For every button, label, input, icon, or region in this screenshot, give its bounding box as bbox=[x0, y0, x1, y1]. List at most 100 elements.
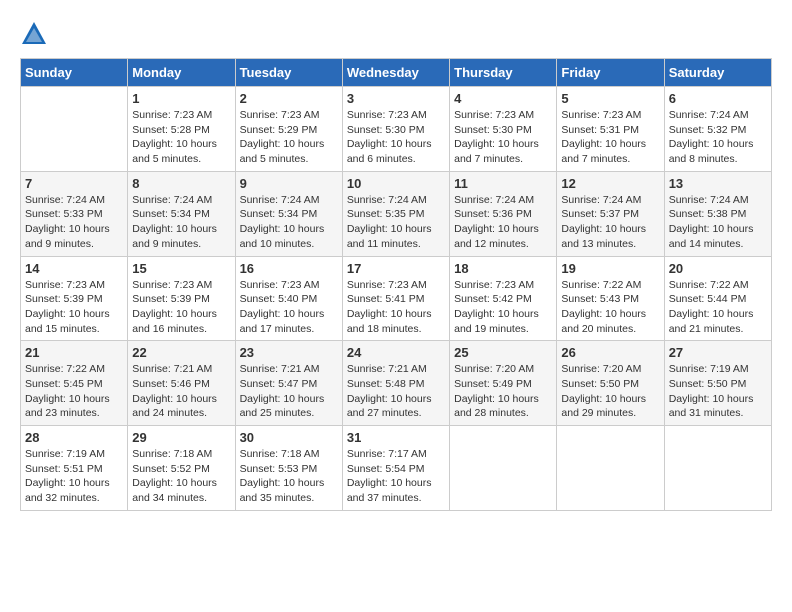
calendar-cell: 17 Sunrise: 7:23 AM Sunset: 5:41 PM Dayli… bbox=[342, 256, 449, 341]
day-info: Sunrise: 7:23 AM Sunset: 5:31 PM Dayligh… bbox=[561, 108, 659, 167]
weekday-header-thursday: Thursday bbox=[450, 59, 557, 87]
calendar-cell: 22 Sunrise: 7:21 AM Sunset: 5:46 PM Dayli… bbox=[128, 341, 235, 426]
day-number: 11 bbox=[454, 176, 552, 191]
calendar-cell: 29Sunrise: 7:18 AM Sunset: 5:52 PM Dayli… bbox=[128, 426, 235, 511]
logo-icon bbox=[20, 20, 48, 48]
calendar-cell: 16 Sunrise: 7:23 AM Sunset: 5:40 PM Dayli… bbox=[235, 256, 342, 341]
calendar-cell: 31 Sunrise: 7:17 AM Sunset: 5:54 PM Dayli… bbox=[342, 426, 449, 511]
day-number: 31 bbox=[347, 430, 445, 445]
calendar-cell: 7 Sunrise: 7:24 AM Sunset: 5:33 PM Daylig… bbox=[21, 171, 128, 256]
calendar-cell: 5 Sunrise: 7:23 AM Sunset: 5:31 PM Daylig… bbox=[557, 87, 664, 172]
day-info: Sunrise: 7:23 AM Sunset: 5:41 PM Dayligh… bbox=[347, 278, 445, 337]
weekday-header-row: SundayMondayTuesdayWednesdayThursdayFrid… bbox=[21, 59, 772, 87]
day-number: 3 bbox=[347, 91, 445, 106]
calendar-cell bbox=[21, 87, 128, 172]
day-number: 9 bbox=[240, 176, 338, 191]
calendar-cell: 21 Sunrise: 7:22 AM Sunset: 5:45 PM Dayli… bbox=[21, 341, 128, 426]
calendar-cell: 30 Sunrise: 7:18 AM Sunset: 5:53 PM Dayli… bbox=[235, 426, 342, 511]
day-info: Sunrise: 7:18 AM Sunset: 5:53 PM Dayligh… bbox=[240, 447, 338, 506]
day-number: 30 bbox=[240, 430, 338, 445]
calendar-week-row: 7 Sunrise: 7:24 AM Sunset: 5:33 PM Daylig… bbox=[21, 171, 772, 256]
day-number: 1 bbox=[132, 91, 230, 106]
weekday-header-saturday: Saturday bbox=[664, 59, 771, 87]
weekday-header-sunday: Sunday bbox=[21, 59, 128, 87]
weekday-header-wednesday: Wednesday bbox=[342, 59, 449, 87]
day-info: Sunrise: 7:21 AM Sunset: 5:47 PM Dayligh… bbox=[240, 362, 338, 421]
calendar-cell: 27 Sunrise: 7:19 AM Sunset: 5:50 PM Dayli… bbox=[664, 341, 771, 426]
day-info: Sunrise: 7:19 AM Sunset: 5:51 PM Dayligh… bbox=[25, 447, 123, 506]
calendar-cell: 13Sunrise: 7:24 AM Sunset: 5:38 PM Dayli… bbox=[664, 171, 771, 256]
day-info: Sunrise: 7:21 AM Sunset: 5:48 PM Dayligh… bbox=[347, 362, 445, 421]
day-info: Sunrise: 7:23 AM Sunset: 5:40 PM Dayligh… bbox=[240, 278, 338, 337]
day-number: 26 bbox=[561, 345, 659, 360]
day-number: 28 bbox=[25, 430, 123, 445]
page-header bbox=[20, 20, 772, 48]
calendar-cell: 20 Sunrise: 7:22 AM Sunset: 5:44 PM Dayli… bbox=[664, 256, 771, 341]
day-number: 5 bbox=[561, 91, 659, 106]
calendar-cell bbox=[557, 426, 664, 511]
weekday-header-tuesday: Tuesday bbox=[235, 59, 342, 87]
day-info: Sunrise: 7:24 AM Sunset: 5:37 PM Dayligh… bbox=[561, 193, 659, 252]
calendar-cell: 14Sunrise: 7:23 AM Sunset: 5:39 PM Dayli… bbox=[21, 256, 128, 341]
calendar-cell bbox=[450, 426, 557, 511]
day-info: Sunrise: 7:23 AM Sunset: 5:30 PM Dayligh… bbox=[454, 108, 552, 167]
day-info: Sunrise: 7:22 AM Sunset: 5:43 PM Dayligh… bbox=[561, 278, 659, 337]
calendar-cell: 12 Sunrise: 7:24 AM Sunset: 5:37 PM Dayli… bbox=[557, 171, 664, 256]
calendar-cell: 6Sunrise: 7:24 AM Sunset: 5:32 PM Daylig… bbox=[664, 87, 771, 172]
calendar-week-row: 21 Sunrise: 7:22 AM Sunset: 5:45 PM Dayli… bbox=[21, 341, 772, 426]
day-number: 25 bbox=[454, 345, 552, 360]
calendar-week-row: 1 Sunrise: 7:23 AM Sunset: 5:28 PM Daylig… bbox=[21, 87, 772, 172]
day-number: 27 bbox=[669, 345, 767, 360]
calendar-cell bbox=[664, 426, 771, 511]
calendar-cell: 23 Sunrise: 7:21 AM Sunset: 5:47 PM Dayli… bbox=[235, 341, 342, 426]
day-number: 19 bbox=[561, 261, 659, 276]
day-info: Sunrise: 7:22 AM Sunset: 5:44 PM Dayligh… bbox=[669, 278, 767, 337]
day-number: 20 bbox=[669, 261, 767, 276]
calendar-cell: 15 Sunrise: 7:23 AM Sunset: 5:39 PM Dayli… bbox=[128, 256, 235, 341]
day-number: 24 bbox=[347, 345, 445, 360]
day-info: Sunrise: 7:17 AM Sunset: 5:54 PM Dayligh… bbox=[347, 447, 445, 506]
day-number: 17 bbox=[347, 261, 445, 276]
day-number: 8 bbox=[132, 176, 230, 191]
day-info: Sunrise: 7:23 AM Sunset: 5:30 PM Dayligh… bbox=[347, 108, 445, 167]
weekday-header-monday: Monday bbox=[128, 59, 235, 87]
calendar-cell: 18Sunrise: 7:23 AM Sunset: 5:42 PM Dayli… bbox=[450, 256, 557, 341]
day-number: 6 bbox=[669, 91, 767, 106]
calendar-cell: 10 Sunrise: 7:24 AM Sunset: 5:35 PM Dayli… bbox=[342, 171, 449, 256]
day-info: Sunrise: 7:24 AM Sunset: 5:34 PM Dayligh… bbox=[132, 193, 230, 252]
day-info: Sunrise: 7:22 AM Sunset: 5:45 PM Dayligh… bbox=[25, 362, 123, 421]
day-info: Sunrise: 7:19 AM Sunset: 5:50 PM Dayligh… bbox=[669, 362, 767, 421]
day-number: 4 bbox=[454, 91, 552, 106]
day-info: Sunrise: 7:24 AM Sunset: 5:35 PM Dayligh… bbox=[347, 193, 445, 252]
day-info: Sunrise: 7:24 AM Sunset: 5:33 PM Dayligh… bbox=[25, 193, 123, 252]
day-number: 18 bbox=[454, 261, 552, 276]
weekday-header-friday: Friday bbox=[557, 59, 664, 87]
day-number: 10 bbox=[347, 176, 445, 191]
day-number: 7 bbox=[25, 176, 123, 191]
day-number: 21 bbox=[25, 345, 123, 360]
calendar-cell: 24 Sunrise: 7:21 AM Sunset: 5:48 PM Dayli… bbox=[342, 341, 449, 426]
calendar-cell: 19 Sunrise: 7:22 AM Sunset: 5:43 PM Dayli… bbox=[557, 256, 664, 341]
day-number: 14 bbox=[25, 261, 123, 276]
calendar-cell: 28 Sunrise: 7:19 AM Sunset: 5:51 PM Dayli… bbox=[21, 426, 128, 511]
calendar-cell: 11 Sunrise: 7:24 AM Sunset: 5:36 PM Dayli… bbox=[450, 171, 557, 256]
day-info: Sunrise: 7:20 AM Sunset: 5:50 PM Dayligh… bbox=[561, 362, 659, 421]
day-number: 22 bbox=[132, 345, 230, 360]
calendar-cell: 26 Sunrise: 7:20 AM Sunset: 5:50 PM Dayli… bbox=[557, 341, 664, 426]
day-number: 13 bbox=[669, 176, 767, 191]
day-info: Sunrise: 7:20 AM Sunset: 5:49 PM Dayligh… bbox=[454, 362, 552, 421]
calendar-week-row: 14 Sunrise: 7:23 AM Sunset: 5:39 PM Dayli… bbox=[21, 256, 772, 341]
day-number: 16 bbox=[240, 261, 338, 276]
calendar-cell: 25 Sunrise: 7:20 AM Sunset: 5:49 PM Dayli… bbox=[450, 341, 557, 426]
day-info: Sunrise: 7:21 AM Sunset: 5:46 PM Dayligh… bbox=[132, 362, 230, 421]
calendar-cell: 4 Sunrise: 7:23 AM Sunset: 5:30 PM Daylig… bbox=[450, 87, 557, 172]
day-info: Sunrise: 7:23 AM Sunset: 5:28 PM Dayligh… bbox=[132, 108, 230, 167]
day-number: 23 bbox=[240, 345, 338, 360]
day-info: Sunrise: 7:23 AM Sunset: 5:39 PM Dayligh… bbox=[132, 278, 230, 337]
day-number: 12 bbox=[561, 176, 659, 191]
day-number: 15 bbox=[132, 261, 230, 276]
logo bbox=[20, 20, 52, 48]
day-info: Sunrise: 7:24 AM Sunset: 5:36 PM Dayligh… bbox=[454, 193, 552, 252]
calendar-table: SundayMondayTuesdayWednesdayThursdayFrid… bbox=[20, 58, 772, 511]
day-info: Sunrise: 7:23 AM Sunset: 5:29 PM Dayligh… bbox=[240, 108, 338, 167]
